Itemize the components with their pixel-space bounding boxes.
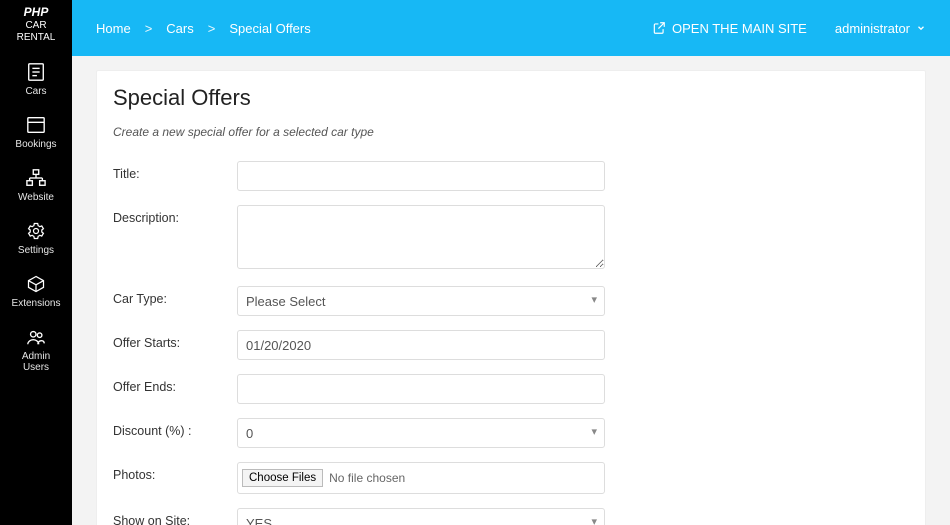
file-status-text: No file chosen (329, 471, 405, 485)
crumb-home[interactable]: Home (96, 21, 131, 36)
sidebar-item-settings[interactable]: Settings (0, 211, 72, 264)
crumb-current: Special Offers (229, 21, 310, 36)
brand-line1: CAR (25, 20, 46, 31)
window-icon (0, 115, 72, 135)
crumb-sep: > (145, 21, 153, 36)
sidebar-item-admin-users[interactable]: AdminUsers (0, 317, 72, 381)
title-input[interactable] (237, 161, 605, 191)
label-description: Description: (113, 205, 237, 225)
discount-select[interactable]: 0 (237, 418, 605, 448)
brand-line2: RENTAL (17, 32, 56, 43)
chevron-down-icon (916, 23, 926, 33)
content: Special Offers Create a new special offe… (72, 56, 950, 525)
label-photos: Photos: (113, 462, 237, 482)
sidebar: PHP CAR RENTAL Cars Bookings Website (0, 0, 72, 525)
label-discount: Discount (%) : (113, 418, 237, 438)
label-car-type: Car Type: (113, 286, 237, 306)
offer-starts-input[interactable] (237, 330, 605, 360)
brand-bold: PHP (24, 5, 49, 19)
photos-file-input[interactable]: Choose Files No file chosen (237, 462, 605, 494)
sidebar-item-cars[interactable]: Cars (0, 52, 72, 105)
description-textarea[interactable] (237, 205, 605, 269)
topbar: Home > Cars > Special Offers OPEN THE MA… (72, 0, 950, 56)
sidebar-item-label: Bookings (0, 139, 72, 150)
page-subtitle: Create a new special offer for a selecte… (113, 125, 909, 139)
cube-icon (0, 274, 72, 294)
crumb-sep: > (208, 21, 216, 36)
crumb-cars[interactable]: Cars (166, 21, 193, 36)
sidebar-item-label: Settings (0, 245, 72, 256)
gear-icon (0, 221, 72, 241)
choose-files-button[interactable]: Choose Files (242, 469, 323, 487)
show-on-site-select[interactable]: YES (237, 508, 605, 525)
label-offer-ends: Offer Ends: (113, 374, 237, 394)
user-name: administrator (835, 21, 910, 36)
main: Home > Cars > Special Offers OPEN THE MA… (72, 0, 950, 525)
label-title: Title: (113, 161, 237, 181)
label-offer-starts: Offer Starts: (113, 330, 237, 350)
users-icon (0, 327, 72, 347)
sidebar-item-extensions[interactable]: Extensions (0, 264, 72, 317)
label-show-on-site: Show on Site: (113, 508, 237, 525)
card: Special Offers Create a new special offe… (96, 70, 926, 525)
sidebar-item-label: Cars (0, 86, 72, 97)
external-link-icon (652, 21, 666, 35)
sidebar-item-bookings[interactable]: Bookings (0, 105, 72, 158)
car-type-select[interactable]: Please Select (237, 286, 605, 316)
page-title: Special Offers (113, 85, 909, 111)
user-menu[interactable]: administrator (835, 21, 926, 36)
breadcrumb: Home > Cars > Special Offers (96, 21, 311, 36)
document-lines-icon (0, 62, 72, 82)
brand: PHP CAR RENTAL (0, 0, 72, 52)
sidebar-item-label: AdminUsers (0, 351, 72, 373)
sidebar-item-label: Website (0, 192, 72, 203)
sitemap-icon (0, 168, 72, 188)
open-main-site-label: OPEN THE MAIN SITE (672, 21, 807, 36)
offer-ends-input[interactable] (237, 374, 605, 404)
sidebar-item-website[interactable]: Website (0, 158, 72, 211)
open-main-site-link[interactable]: OPEN THE MAIN SITE (652, 21, 807, 36)
sidebar-item-label: Extensions (0, 298, 72, 309)
